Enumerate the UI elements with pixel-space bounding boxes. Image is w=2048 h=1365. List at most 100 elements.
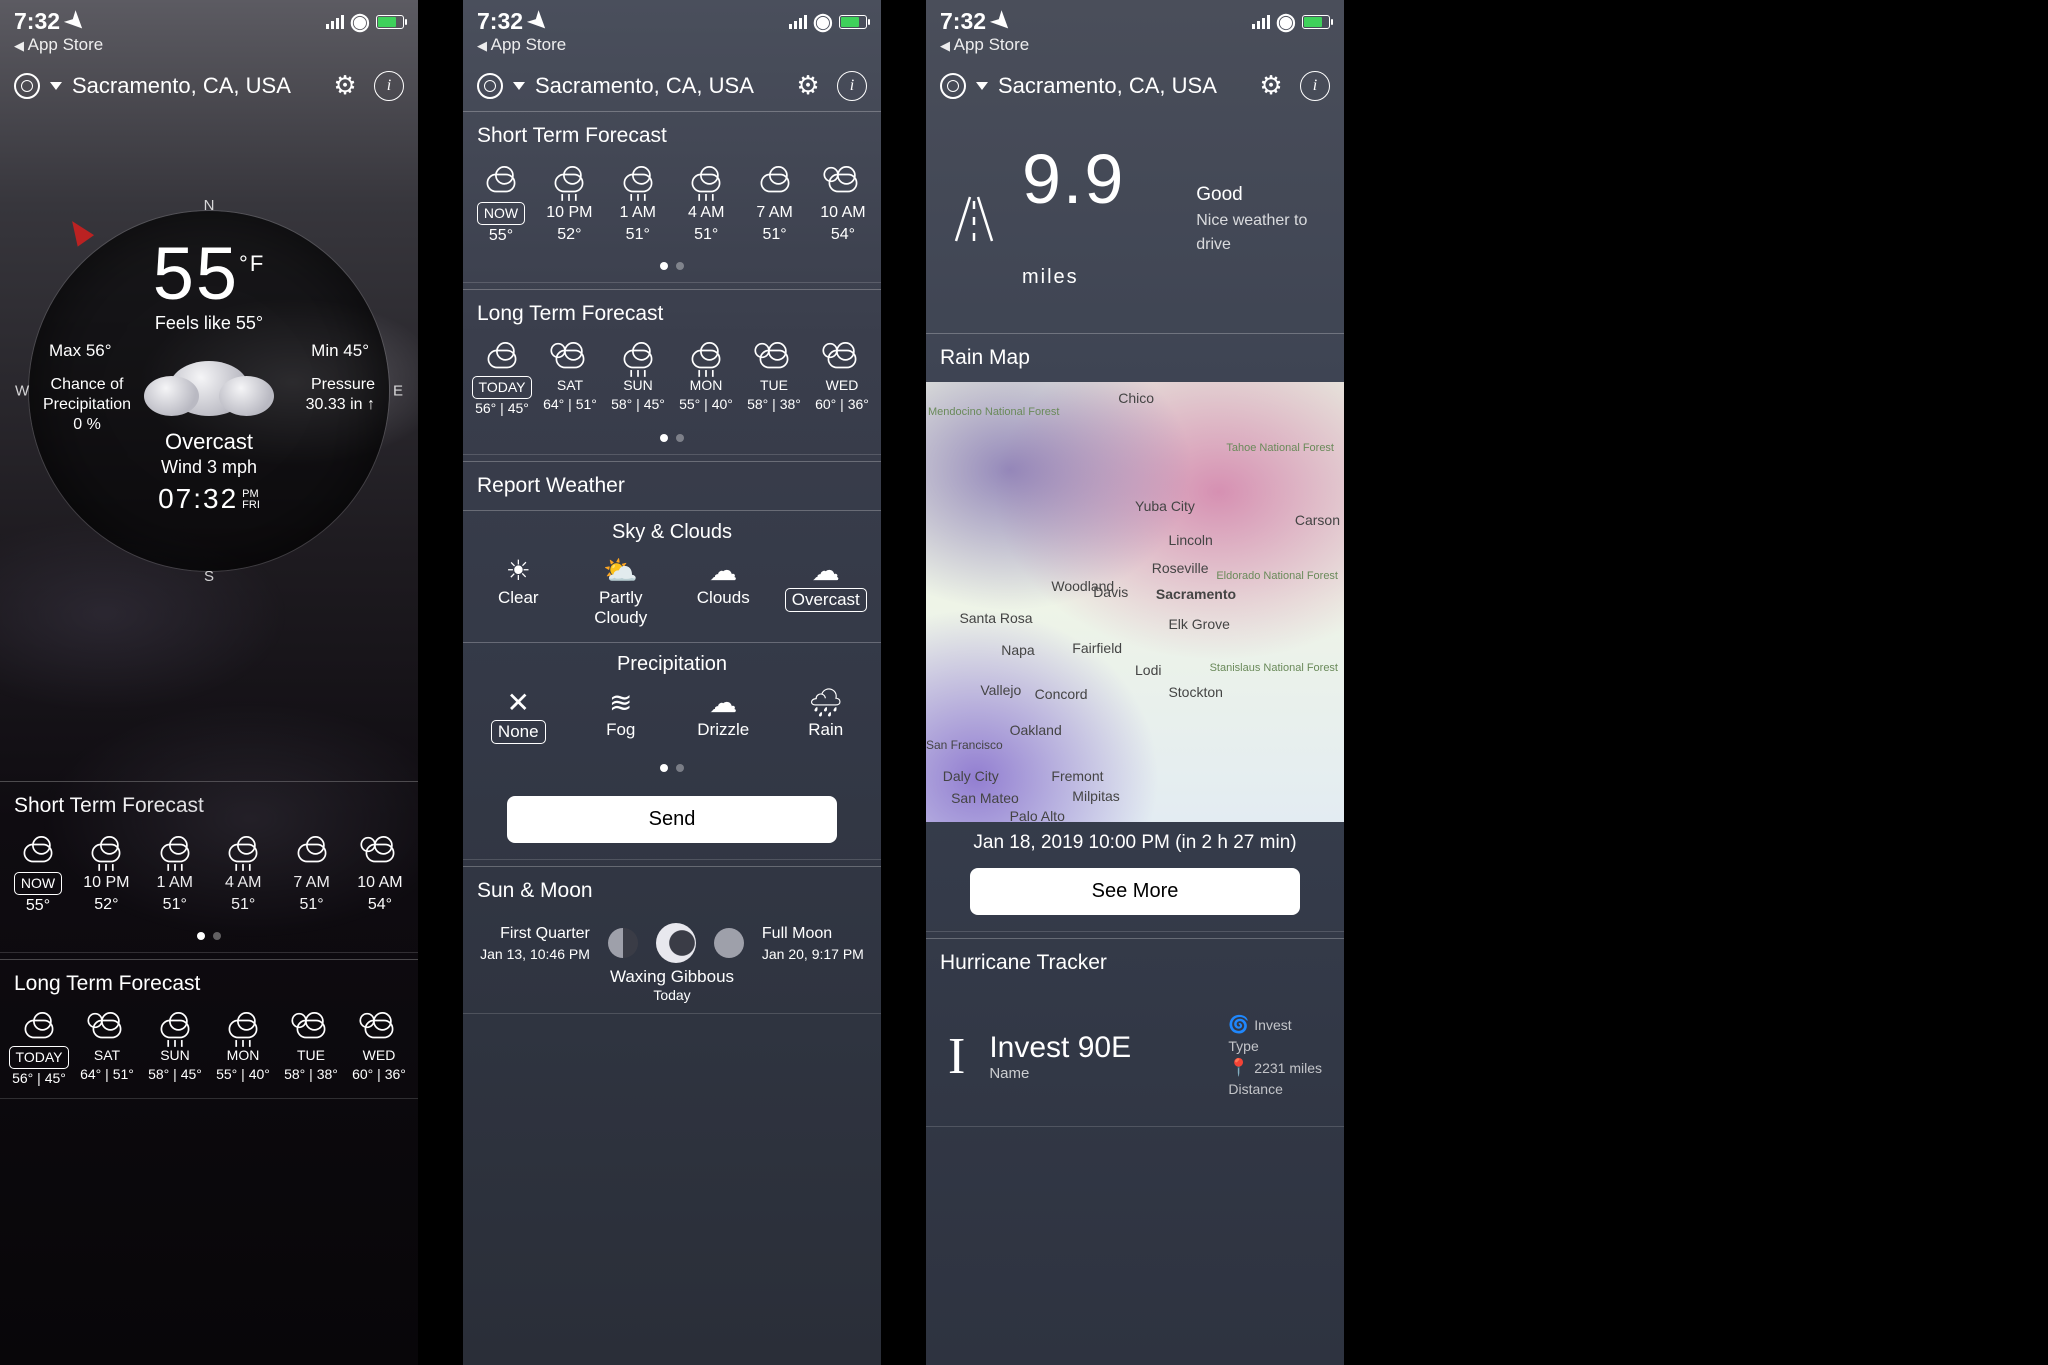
settings-button[interactable]: ⚙ [793,71,823,101]
status-time: 7:32 [477,8,523,35]
forecast-item[interactable]: 4 AM 51° [674,164,738,246]
map-city: San Mateo [951,790,1019,806]
forecast-item[interactable]: 7 AM 51° [280,834,344,916]
sky-option[interactable]: ☁ Overcast [781,552,871,628]
weather-icon [674,164,738,202]
hurricane-category-icon: I [948,1027,965,1086]
forecast-item[interactable]: 4 AM 51° [211,834,275,916]
forecast-time: 10 AM [348,872,412,894]
wind-text: Wind 3 mph [19,457,399,478]
forecast-item[interactable]: WED 60° | 36° [809,342,875,418]
forecast-temp: 51° [280,894,344,916]
forecast-item[interactable]: 1 AM 51° [606,164,670,246]
location-picker[interactable]: Sacramento, CA, USA [477,73,754,99]
sky-option[interactable]: ⛅ Partly Cloudy [576,552,666,628]
status-bar: 7:32➤ ◉ [463,0,881,35]
forecast-item[interactable]: MON 55° | 40° [673,342,739,418]
forecast-item[interactable]: 10 AM 54° [811,164,875,246]
hurricane-name: Invest 90E [989,1031,1131,1065]
forecast-item[interactable]: TODAY 56° | 45° [6,1012,72,1088]
driving-visibility[interactable]: 9.9 miles Good Nice weather to drive [926,111,1344,333]
weather-icon [278,1012,344,1046]
map-city: Lincoln [1168,532,1212,548]
sun-and-moon[interactable]: Sun & Moon First QuarterJan 13, 10:46 PM… [463,866,881,1014]
settings-button[interactable]: ⚙ [1256,71,1286,101]
precip-option[interactable]: 🌧 Rain [781,684,871,744]
current-conditions-dial[interactable]: NSEW 55°F Feels like 55° Max 56° Min 45°… [19,201,399,581]
weather-icon [537,164,601,202]
long-term-forecast[interactable]: Long Term Forecast TODAY 56° | 45° SAT 6… [463,289,881,455]
send-button[interactable]: Send [507,796,837,843]
forecast-item[interactable]: SUN 58° | 45° [605,342,671,418]
map-city: Concord [1035,686,1088,702]
forecast-time: 1 AM [606,202,670,224]
forecast-item[interactable]: SAT 64° | 51° [74,1012,140,1088]
forecast-temp: 60° | 36° [346,1065,412,1084]
back-to-app-store[interactable]: App Store [926,35,1344,61]
section-title: Long Term Forecast [463,290,881,338]
short-term-forecast[interactable]: Short Term Forecast NOW 55° 10 PM 52° 1 … [0,781,418,953]
precip-option-icon: ✕ [473,684,563,720]
info-button[interactable]: i [374,71,404,101]
forecast-item[interactable]: 10 PM 52° [74,834,138,916]
precip-option[interactable]: ≋ Fog [576,684,666,744]
precip-option[interactable]: ✕ None [473,684,563,744]
sky-option[interactable]: ☁ Clouds [678,552,768,628]
back-to-app-store[interactable]: App Store [463,35,881,61]
long-term-forecast[interactable]: Long Term Forecast TODAY 56° | 45° SAT 6… [0,959,418,1099]
see-more-button[interactable]: See More [970,868,1300,915]
sky-option[interactable]: ☀ Clear [473,552,563,628]
precip-option[interactable]: ☁ Drizzle [678,684,768,744]
hurricane-name-label: Name [989,1065,1131,1082]
settings-button[interactable]: ⚙ [330,71,360,101]
map-city: Davis [1093,584,1128,600]
battery-icon [376,15,404,29]
forecast-item[interactable]: TUE 58° | 38° [278,1012,344,1088]
location-label: Sacramento, CA, USA [998,73,1217,99]
section-title: Short Term Forecast [0,782,418,830]
local-time: 07:32PMFRI [19,483,399,515]
current-temp: 55°F [19,231,399,316]
info-button[interactable]: i [1300,71,1330,101]
weather-icon [469,342,535,376]
location-picker[interactable]: Sacramento, CA, USA [940,73,1217,99]
driving-subtitle: Nice weather to drive [1196,209,1324,257]
forecast-item[interactable]: WED 60° | 36° [346,1012,412,1088]
forecast-item[interactable]: MON 55° | 40° [210,1012,276,1088]
forecast-item[interactable]: SUN 58° | 45° [142,1012,208,1088]
forecast-item[interactable]: 10 PM 52° [537,164,601,246]
forecast-item[interactable]: TODAY 56° | 45° [469,342,535,418]
forecast-item[interactable]: TUE 58° | 38° [741,342,807,418]
location-services-icon: ➤ [522,5,555,38]
forecast-item[interactable]: NOW 55° [6,834,70,916]
chevron-down-icon [50,82,62,90]
feels-like: Feels like 55° [19,313,399,334]
forecast-temp: 55° | 40° [210,1065,276,1084]
forecast-item[interactable]: SAT 64° | 51° [537,342,603,418]
weather-icon [143,834,207,872]
hurricane-tracker[interactable]: Hurricane Tracker I Invest 90E Name 🌀 In… [926,938,1344,1127]
location-services-icon: ➤ [985,5,1018,38]
forecast-item[interactable]: 1 AM 51° [143,834,207,916]
forecast-temp: 56° | 45° [469,399,535,418]
weather-icon [469,164,533,202]
forecast-temp: 55° [469,225,533,247]
short-term-forecast[interactable]: Short Term Forecast NOW 55° 10 PM 52° 1 … [463,111,881,283]
location-picker[interactable]: Sacramento, CA, USA [14,73,291,99]
forecast-item[interactable]: 10 AM 54° [348,834,412,916]
info-button[interactable]: i [837,71,867,101]
forecast-temp: 54° [348,894,412,916]
forecast-temp: 58° | 45° [605,395,671,414]
rain-map[interactable]: Chico Yuba City Lincoln Roseville Sacram… [926,382,1344,822]
forecast-item[interactable]: 7 AM 51° [743,164,807,246]
map-city: Sacramento [1156,586,1236,602]
forecast-item[interactable]: NOW 55° [469,164,533,246]
min-temp: Min 45° [311,341,369,361]
forecast-temp: 56° | 45° [6,1069,72,1088]
back-to-app-store[interactable]: App Store [0,35,418,61]
sky-option-icon: ☀ [473,552,563,588]
max-temp: Max 56° [49,341,112,361]
chevron-down-icon [976,82,988,90]
screenshot-2: 7:32➤ ◉ App Store Sacramento, CA, USA ⚙ i… [463,0,881,1365]
map-city: Napa [1001,642,1034,658]
